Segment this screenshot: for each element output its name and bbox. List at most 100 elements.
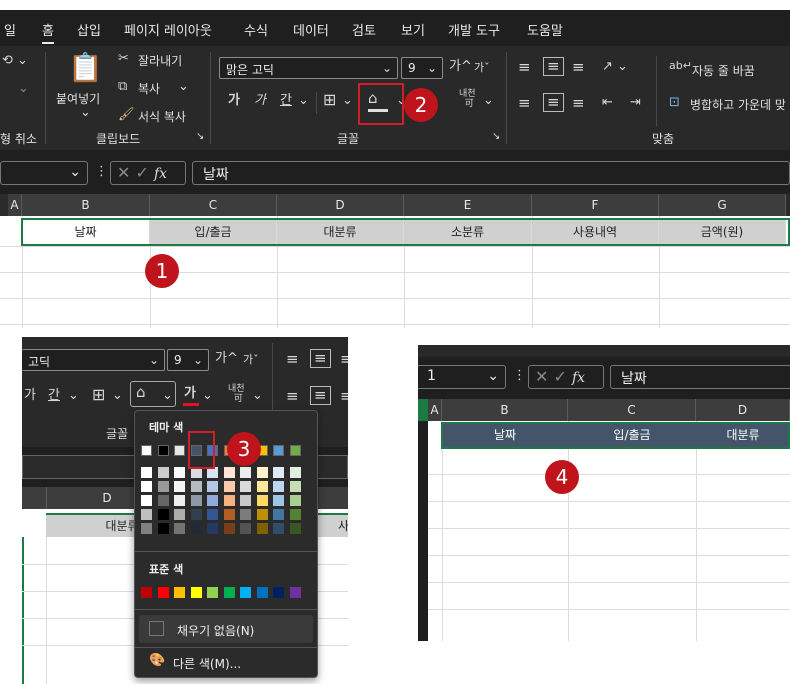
col-header-c[interactable]: C	[568, 399, 696, 421]
align-center-icon[interactable]: ≡	[310, 386, 331, 405]
theme-shade-swatch[interactable]	[141, 509, 152, 520]
theme-shade-swatch[interactable]	[157, 495, 169, 506]
font-color-dropdown-icon[interactable]: ⌄	[202, 389, 213, 402]
italic-button[interactable]: 가	[254, 94, 266, 107]
decrease-indent-icon[interactable]: ⇤	[602, 96, 613, 109]
grow-font-button[interactable]: 가^	[449, 60, 472, 73]
wrap-text-button[interactable]: 자동 줄 바꿈	[692, 62, 755, 79]
menu-page-layout[interactable]: 페이지 레이아웃	[124, 20, 212, 39]
underline-dropdown-icon[interactable]: ⌄	[68, 389, 79, 402]
paste-dropdown-icon[interactable]: ⌄	[80, 106, 91, 119]
standard-color-swatch[interactable]	[190, 587, 202, 598]
shrink-font-button[interactable]: 가ˇ	[243, 354, 259, 365]
shrink-font-button[interactable]: 가ˇ	[474, 62, 490, 73]
standard-color-swatch[interactable]	[289, 587, 301, 598]
border-dropdown-icon[interactable]: ⌄	[112, 389, 123, 402]
align-middle-icon[interactable]: ≡	[543, 57, 564, 76]
theme-shade-swatch[interactable]	[157, 509, 169, 520]
merge-center-icon[interactable]: ⊡	[669, 96, 680, 109]
col-header-c[interactable]: C	[150, 194, 277, 216]
align-top-icon[interactable]: ≡	[286, 352, 299, 367]
no-fill-item[interactable]: 채우기 없음(N)	[139, 615, 313, 643]
standard-color-swatch[interactable]	[223, 587, 235, 598]
format-painter-button[interactable]: 서식 복사	[138, 108, 186, 125]
standard-color-swatch[interactable]	[157, 587, 169, 598]
theme-color-swatch[interactable]	[289, 445, 301, 456]
align-right-icon[interactable]: ≡	[340, 389, 348, 404]
menu-view[interactable]: 보기	[401, 20, 425, 39]
col-header-f[interactable]: F	[532, 194, 659, 216]
font-name-combo[interactable]: 맑은 고딕 ⌄	[219, 57, 398, 79]
merge-center-button[interactable]: 병합하고 가운데 맞	[690, 96, 786, 113]
theme-color-swatch[interactable]	[157, 445, 169, 456]
align-top-icon[interactable]: ≡	[518, 60, 531, 75]
theme-shade-swatch[interactable]	[273, 523, 284, 534]
formula-bar-menu-icon[interactable]: ⋮	[95, 165, 108, 178]
theme-shade-swatch[interactable]	[190, 523, 202, 534]
theme-shade-swatch[interactable]	[289, 467, 301, 478]
cancel-icon[interactable]: ✕	[535, 367, 548, 386]
col-header-e[interactable]: E	[404, 194, 532, 216]
theme-shade-swatch[interactable]	[223, 523, 235, 534]
col-header-d[interactable]: D	[277, 194, 404, 216]
formula-input[interactable]: 날짜	[610, 365, 790, 389]
theme-shade-swatch[interactable]	[240, 467, 251, 478]
wrap-text-icon[interactable]: ab↵	[669, 60, 692, 71]
enter-icon[interactable]: ✓	[554, 367, 567, 386]
theme-shade-swatch[interactable]	[207, 509, 218, 520]
align-center-icon[interactable]: ≡	[543, 93, 564, 112]
underline-dropdown-icon[interactable]: ⌄	[298, 94, 309, 107]
orientation-icon[interactable]: ↗ ⌄	[602, 60, 628, 73]
col-header-a[interactable]: A	[8, 194, 22, 216]
paste-icon[interactable]: 📋	[68, 54, 103, 82]
theme-shade-swatch[interactable]	[273, 467, 284, 478]
align-bottom-icon[interactable]: ≡	[572, 60, 585, 75]
cancel-icon[interactable]: ✕	[117, 163, 130, 182]
name-box[interactable]: ⌄	[0, 161, 88, 185]
copy-button[interactable]: 복사	[138, 80, 160, 97]
col-header-b[interactable]: B	[22, 194, 150, 216]
theme-shade-swatch[interactable]	[157, 481, 169, 492]
dialog-launcher-icon[interactable]: ↘	[196, 132, 204, 142]
theme-shade-swatch[interactable]	[207, 481, 218, 492]
theme-shade-swatch[interactable]	[207, 523, 218, 534]
enter-icon[interactable]: ✓	[136, 163, 149, 182]
theme-shade-swatch[interactable]	[240, 481, 251, 492]
menu-data[interactable]: 데이터	[293, 20, 329, 39]
theme-shade-swatch[interactable]	[223, 509, 235, 520]
align-left-icon[interactable]: ≡	[286, 389, 299, 404]
theme-shade-swatch[interactable]	[289, 481, 301, 492]
phonetic-button[interactable]: 내천 可	[228, 384, 245, 405]
menu-developer[interactable]: 개발 도구	[448, 20, 500, 39]
font-size-combo[interactable]: 9 ⌄	[167, 349, 209, 371]
menu-formulas[interactable]: 수식	[244, 20, 268, 39]
grow-font-button[interactable]: 가^	[215, 352, 238, 365]
theme-shade-swatch[interactable]	[190, 481, 202, 492]
theme-shade-swatch[interactable]	[174, 509, 185, 520]
underline-button[interactable]: 간	[48, 389, 60, 402]
theme-shade-swatch[interactable]	[174, 481, 185, 492]
theme-shade-swatch[interactable]	[256, 509, 268, 520]
theme-shade-swatch[interactable]	[289, 495, 301, 506]
theme-shade-swatch[interactable]	[289, 509, 301, 520]
theme-shade-swatch[interactable]	[157, 523, 169, 534]
font-name-combo[interactable]: 고딕 ⌄	[22, 349, 165, 371]
standard-color-swatch[interactable]	[141, 587, 152, 598]
copy-icon[interactable]: ⧉	[118, 80, 127, 93]
increase-indent-icon[interactable]: ⇥	[630, 96, 641, 109]
theme-shade-swatch[interactable]	[157, 467, 169, 478]
theme-shade-swatch[interactable]	[207, 495, 218, 506]
phonetic-button[interactable]: 내천 可	[459, 89, 476, 110]
name-box[interactable]: 1 ⌄	[418, 365, 506, 389]
theme-shade-swatch[interactable]	[174, 467, 185, 478]
phonetic-dropdown-icon[interactable]: ⌄	[483, 94, 494, 107]
theme-shade-swatch[interactable]	[141, 495, 152, 506]
theme-shade-swatch[interactable]	[273, 509, 284, 520]
theme-shade-swatch[interactable]	[141, 481, 152, 492]
align-middle-icon[interactable]: ≡	[310, 349, 331, 368]
font-color-button[interactable]: 가	[184, 387, 196, 400]
theme-shade-swatch[interactable]	[240, 523, 251, 534]
standard-color-swatch[interactable]	[273, 587, 284, 598]
col-header-a[interactable]: A	[428, 399, 442, 421]
theme-shade-swatch[interactable]	[223, 467, 235, 478]
